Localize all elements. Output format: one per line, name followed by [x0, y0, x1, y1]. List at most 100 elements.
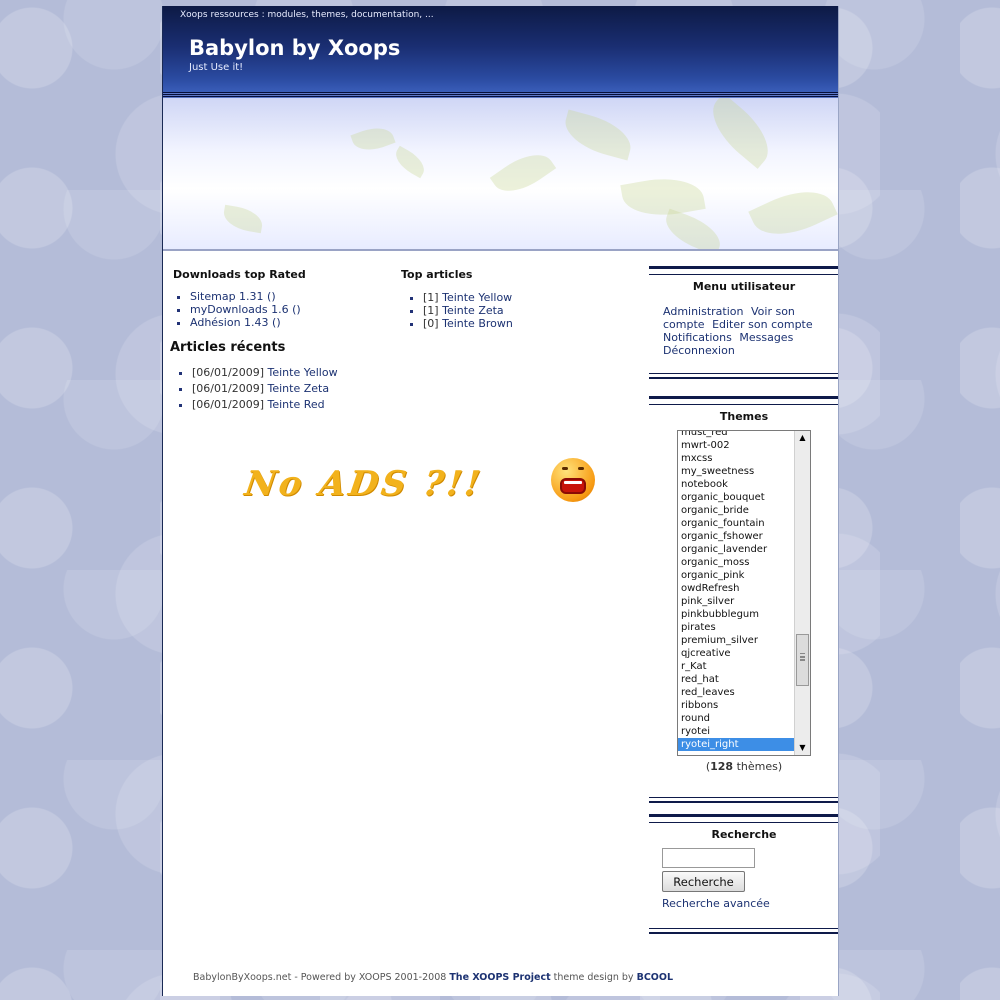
theme-option[interactable]: must_red	[678, 431, 795, 439]
xoops-project-link[interactable]: The XOOPS Project	[449, 972, 550, 983]
list-item: [1] Teinte Yellow	[423, 291, 621, 304]
download-link[interactable]: myDownloads 1.6 ()	[190, 303, 301, 316]
site-header: Xoops ressources : modules, themes, docu…	[163, 6, 838, 96]
recent-articles-title: Articles récents	[170, 340, 286, 355]
theme-option[interactable]: mwrt-002	[678, 439, 795, 452]
theme-option[interactable]: owdRefresh	[678, 582, 795, 595]
list-item[interactable]: Sitemap 1.31 ()	[190, 290, 390, 303]
theme-option[interactable]: ribbons	[678, 699, 795, 712]
article-link[interactable]: Teinte Yellow	[442, 291, 512, 304]
face-teeth	[564, 481, 582, 484]
article-link[interactable]: Teinte Brown	[442, 317, 513, 330]
theme-option[interactable]: organic_pink	[678, 569, 795, 582]
theme-option[interactable]: pirates	[678, 621, 795, 634]
header-topline[interactable]: Xoops ressources : modules, themes, docu…	[180, 10, 434, 20]
noads-text: No ADS ?!!	[242, 464, 486, 504]
user-menu-block: Menu utilisateur Administration Voir son…	[649, 266, 838, 379]
theme-option[interactable]: qjcreative	[678, 647, 795, 660]
banner-leaf	[559, 109, 637, 161]
theme-option[interactable]: organic_fshower	[678, 530, 795, 543]
messages-link[interactable]: Messages	[739, 331, 793, 344]
list-item[interactable]: myDownloads 1.6 ()	[190, 303, 390, 316]
article-count: [0]	[423, 317, 439, 330]
list-item: [06/01/2009] Teinte Yellow	[192, 365, 390, 381]
face-eye	[578, 467, 584, 470]
theme-option[interactable]: r_Kat	[678, 660, 795, 673]
center-column: Top articles [1] Teinte Yellow [1] Teint…	[401, 268, 621, 330]
theme-option[interactable]: ryotei_right	[678, 738, 795, 751]
block-border-top	[649, 814, 838, 823]
list-item: [06/01/2009] Teinte Zeta	[192, 381, 390, 397]
search-button[interactable]: Recherche	[662, 871, 745, 892]
theme-option[interactable]: pinkbubblegum	[678, 608, 795, 621]
banner-leaf	[489, 143, 557, 203]
header-banner	[163, 98, 838, 251]
top-articles-title: Top articles	[401, 268, 473, 281]
themes-title: Themes	[719, 410, 769, 423]
block-border-bottom	[649, 928, 838, 934]
theme-option[interactable]: premium_silver	[678, 634, 795, 647]
scroll-up-icon[interactable]: ▲	[795, 431, 810, 445]
article-count: [1]	[423, 291, 439, 304]
theme-option[interactable]: red_hat	[678, 673, 795, 686]
article-link[interactable]: Teinte Zeta	[267, 382, 329, 395]
search-block: Recherche Recherche Recherche avancée	[649, 814, 838, 934]
banner-leaf	[620, 171, 706, 223]
notifications-link[interactable]: Notifications	[663, 331, 732, 344]
search-title: Recherche	[711, 828, 777, 841]
footer-powered-by: BabylonByXoops.net - Powered by XOOPS 20…	[193, 972, 447, 983]
article-count: [1]	[423, 304, 439, 317]
theme-option[interactable]: organic_fountain	[678, 517, 795, 530]
theme-option[interactable]: pink_silver	[678, 595, 795, 608]
list-item: [06/01/2009] Teinte Red	[192, 397, 390, 413]
edit-account-link[interactable]: Editer son compte	[712, 318, 813, 331]
banner-leaf	[221, 204, 265, 234]
scroll-down-icon[interactable]: ▼	[795, 741, 810, 755]
block-border-bottom	[649, 373, 838, 379]
themes-scrollbar[interactable]: ▲ ▼	[794, 431, 810, 755]
left-column: Downloads top Rated Sitemap 1.31 () myDo…	[170, 268, 390, 413]
admin-link[interactable]: Administration	[663, 305, 744, 318]
theme-option[interactable]: organic_moss	[678, 556, 795, 569]
themes-options[interactable]: must_red mwrt-002 mxcss my_sweetness noteboo…	[678, 431, 795, 751]
block-border-top	[649, 396, 838, 405]
block-border-bottom	[649, 797, 838, 803]
themes-count: (128 thèmes)	[705, 760, 783, 773]
themes-listbox[interactable]: must_red mwrt-002 mxcss my_sweetness noteboo…	[677, 430, 811, 756]
banner-leaf	[700, 98, 781, 169]
list-item[interactable]: Adhésion 1.43 ()	[190, 316, 390, 329]
themes-block: Themes must_red mwrt-002 mxcss my_sweetness…	[649, 396, 838, 803]
theme-option[interactable]: organic_bouquet	[678, 491, 795, 504]
search-input[interactable]	[662, 848, 755, 868]
scroll-thumb[interactable]	[796, 634, 809, 686]
theme-option[interactable]: my_sweetness	[678, 465, 795, 478]
page-container: Xoops ressources : modules, themes, docu…	[162, 6, 839, 996]
block-border-top	[649, 266, 838, 275]
downloads-top-title: Downloads top Rated	[173, 268, 306, 281]
downloads-top-list: Sitemap 1.31 () myDownloads 1.6 () Adhés…	[173, 290, 390, 329]
site-title[interactable]: Babylon by Xoops	[189, 36, 400, 60]
download-link[interactable]: Sitemap 1.31 ()	[190, 290, 276, 303]
theme-option[interactable]: organic_lavender	[678, 543, 795, 556]
download-link[interactable]: Adhésion 1.43 ()	[190, 316, 281, 329]
theme-option[interactable]: round	[678, 712, 795, 725]
article-link[interactable]: Teinte Yellow	[267, 366, 337, 379]
banner-leaf	[748, 177, 838, 249]
article-link[interactable]: Teinte Zeta	[442, 304, 504, 317]
themes-count-label: thèmes	[736, 760, 778, 773]
article-link[interactable]: Teinte Red	[267, 398, 324, 411]
designer-link[interactable]: BCOOL	[637, 972, 673, 983]
themes-count-number: 128	[710, 760, 734, 773]
theme-option[interactable]: mxcss	[678, 452, 795, 465]
noads-banner: No ADS ?!!	[242, 454, 605, 514]
screaming-face-icon	[551, 458, 595, 502]
theme-option[interactable]: notebook	[678, 478, 795, 491]
logout-link[interactable]: Déconnexion	[663, 344, 735, 357]
recent-articles-list: [06/01/2009] Teinte Yellow [06/01/2009] …	[170, 365, 390, 413]
page-footer: BabylonByXoops.net - Powered by XOOPS 20…	[193, 972, 673, 983]
theme-option[interactable]: ryotei	[678, 725, 795, 738]
theme-option[interactable]: organic_bride	[678, 504, 795, 517]
advanced-search-link[interactable]: Recherche avancée	[662, 897, 770, 910]
list-item: [1] Teinte Zeta	[423, 304, 621, 317]
theme-option[interactable]: red_leaves	[678, 686, 795, 699]
